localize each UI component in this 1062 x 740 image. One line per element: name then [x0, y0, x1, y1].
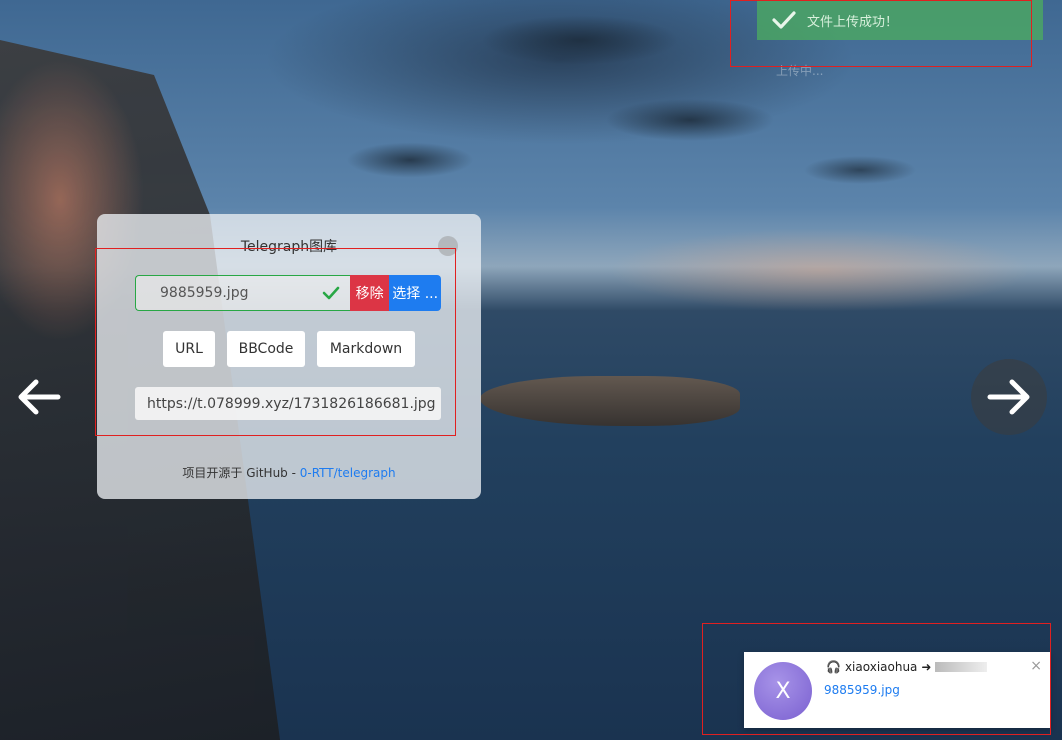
info-icon[interactable] [438, 236, 458, 256]
file-input-group: 9885959.jpg 移除 选择 ... [135, 275, 441, 311]
upload-notification: X 🎧 xiaoxiaohua ➜ 9885959.jpg × [744, 652, 1050, 728]
result-url-text: https://t.078999.xyz/1731826186681.jpg [147, 395, 436, 412]
file-name-text: 9885959.jpg [160, 285, 249, 301]
notification-file[interactable]: 9885959.jpg [824, 683, 900, 697]
result-url-field[interactable]: https://t.078999.xyz/1731826186681.jpg [135, 387, 441, 420]
arrow-left-icon [18, 379, 61, 415]
uploading-ghost-text: 上传中... [776, 64, 824, 78]
user-icon: 🎧 [826, 660, 841, 674]
url-format-button[interactable]: URL [163, 331, 215, 367]
footer: 项目开源于 GitHub - 0-RTT/telegraph [97, 464, 481, 481]
upload-card: Telegraph图库 9885959.jpg 移除 选择 ... URL BB… [97, 214, 481, 499]
markdown-format-button[interactable]: Markdown [317, 331, 415, 367]
check-icon [322, 286, 340, 300]
check-icon [772, 11, 796, 29]
avatar: X [754, 662, 812, 720]
notification-username: xiaoxiaohua [844, 660, 918, 674]
file-name-field[interactable]: 9885959.jpg [135, 275, 350, 311]
card-title: Telegraph图库 [240, 239, 338, 255]
redacted-target [935, 662, 988, 672]
arrow-right-icon [987, 379, 1030, 415]
footer-text: 项目开源于 GitHub - [182, 466, 300, 480]
github-link[interactable]: 0-RTT/telegraph [300, 466, 396, 480]
arrow-right-icon: ➜ [921, 660, 932, 674]
next-image-button[interactable] [971, 359, 1047, 435]
success-toast: 文件上传成功！ [757, 0, 1043, 40]
remove-button[interactable]: 移除 [350, 275, 390, 311]
bbcode-format-button[interactable]: BBCode [227, 331, 305, 367]
toast-message: 文件上传成功！ [807, 14, 899, 30]
select-file-button[interactable]: 选择 ... [389, 275, 441, 311]
notification-user: 🎧 xiaoxiaohua ➜ [826, 660, 988, 674]
close-icon[interactable]: × [1030, 658, 1042, 674]
previous-image-button[interactable] [0, 358, 78, 436]
